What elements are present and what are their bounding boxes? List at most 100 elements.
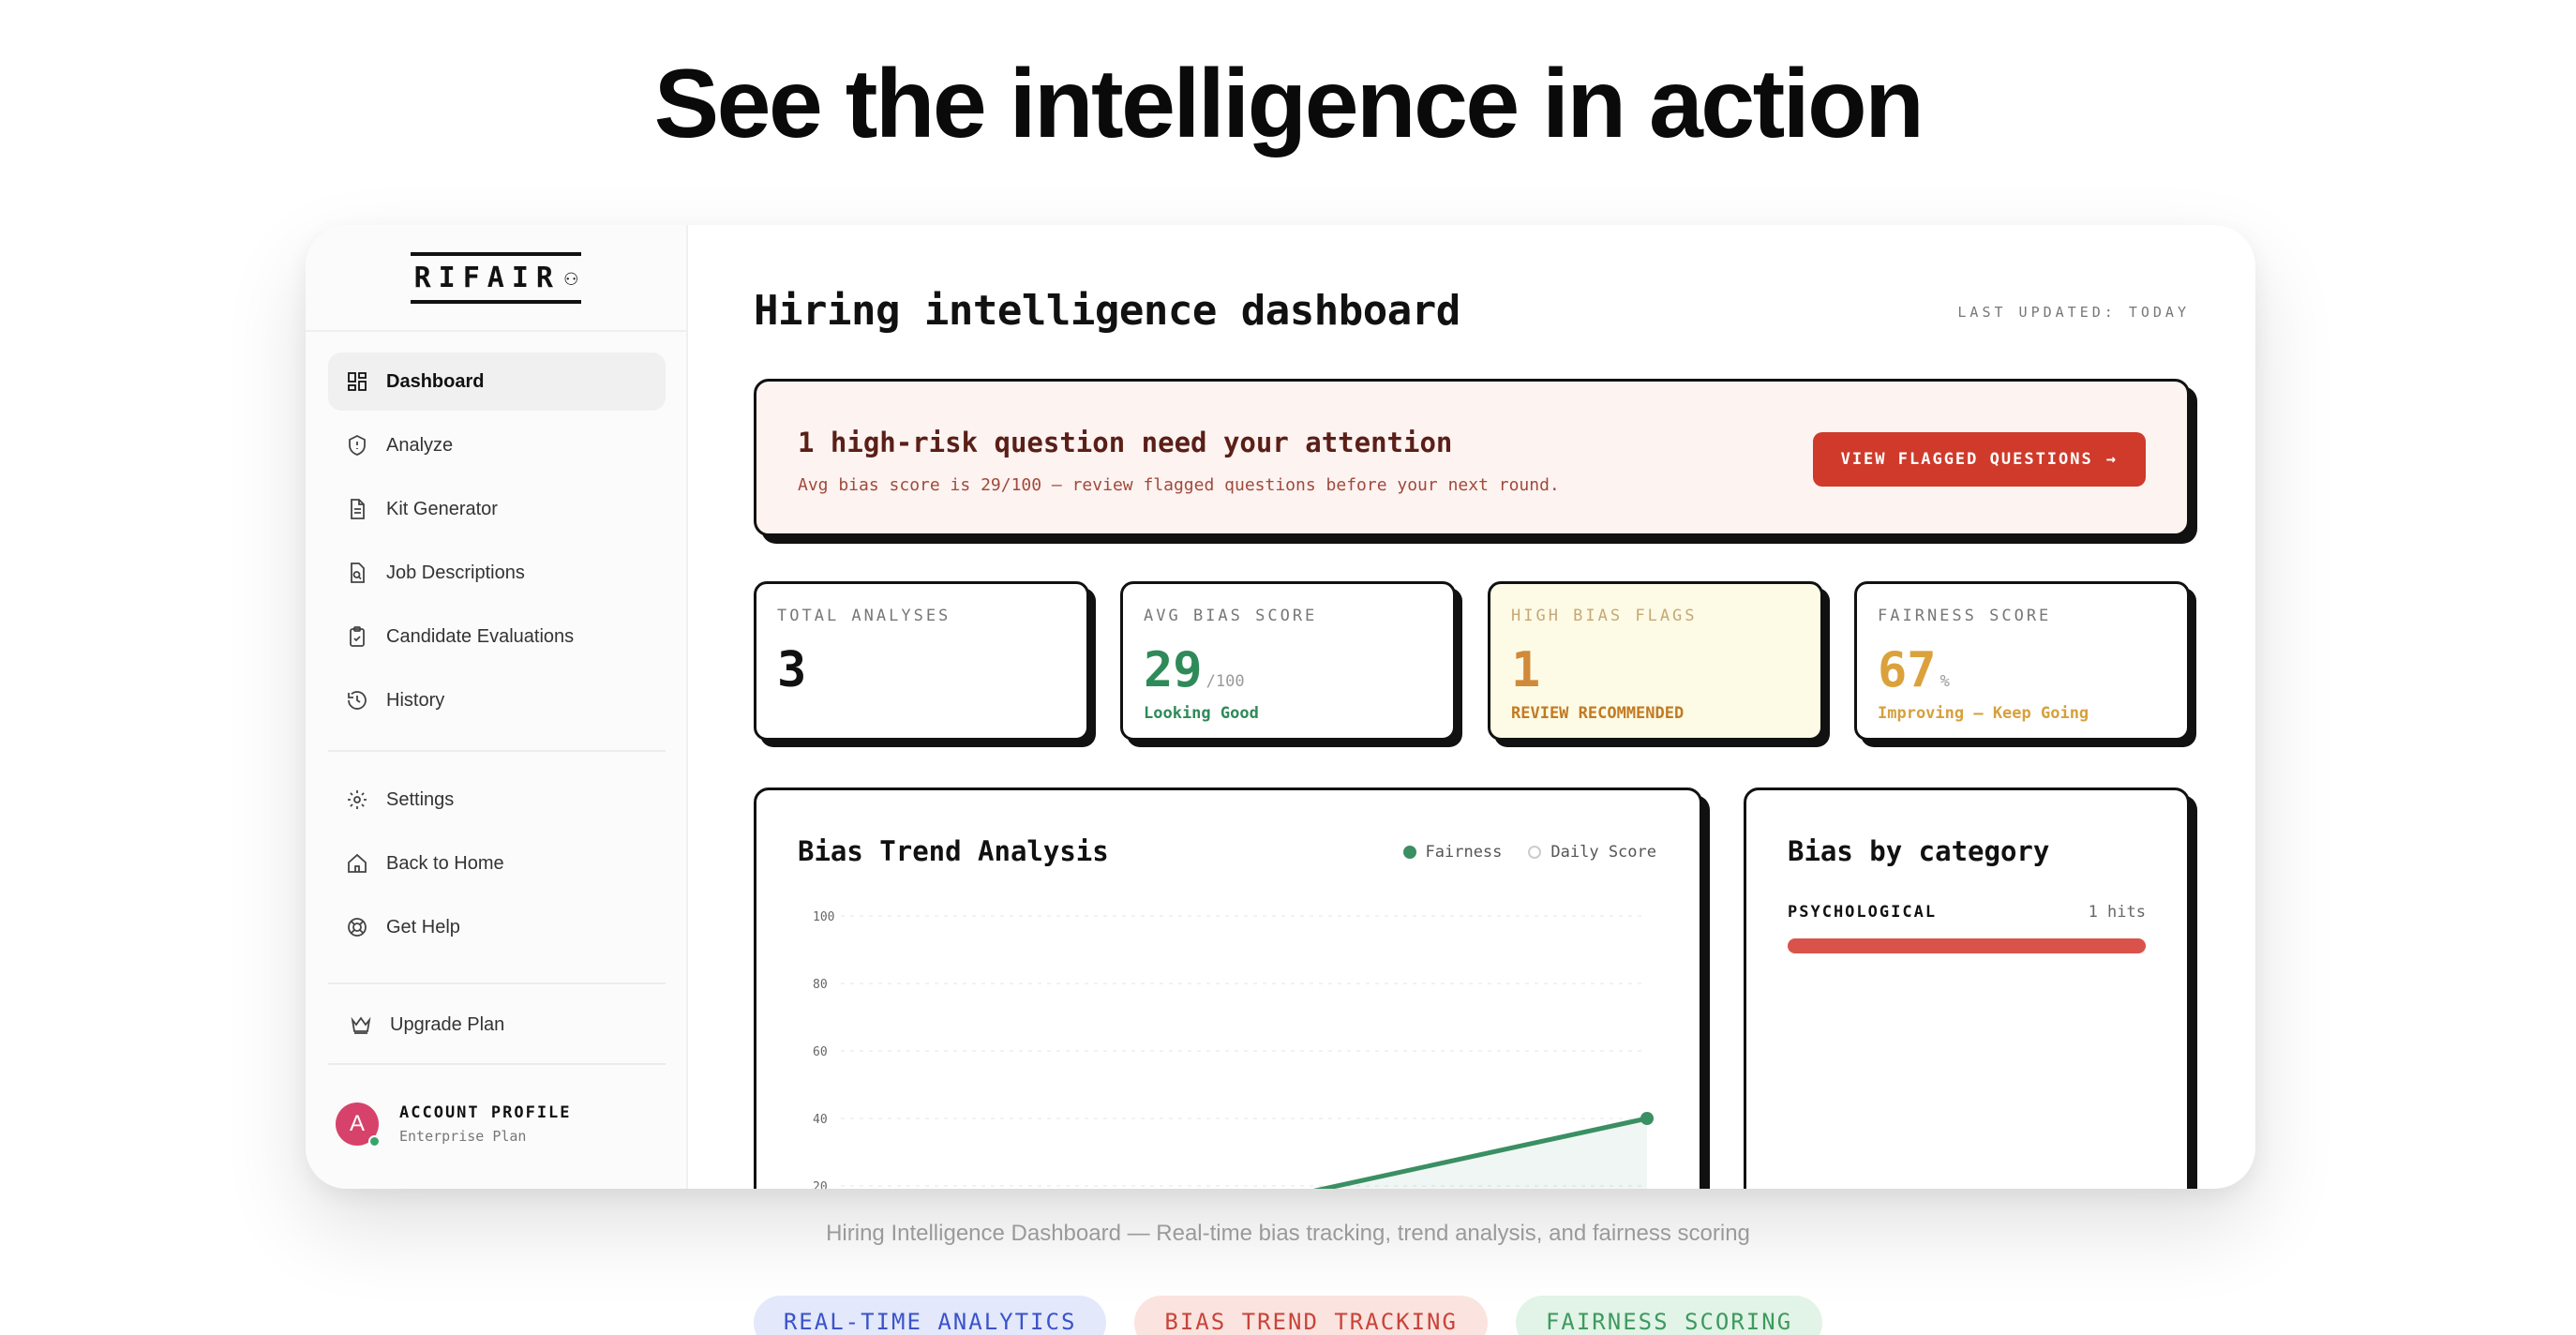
stat-card-high-bias-flags: HIGH BIAS FLAGS 1 REVIEW RECOMMENDED [1488,581,1823,741]
logo-figures-icon: ⚇ [563,264,578,291]
nav-label: Get Help [386,916,460,938]
nav-label: Dashboard [386,370,485,392]
nav-item-back-to-home[interactable]: Back to Home [328,834,666,892]
nav-item-get-help[interactable]: Get Help [328,898,666,956]
view-flagged-questions-button[interactable]: VIEW FLAGGED QUESTIONS → [1812,432,2146,487]
card-title: Bias by category [1788,835,2050,867]
stat-label: FAIRNESS SCORE [1878,607,2052,625]
logo-area: RIFAIR ⚇ [306,225,686,332]
alert-title: 1 high-risk question need your attention [798,427,1453,458]
hero-title: See the intelligence in action [653,50,1925,158]
gear-icon [345,788,369,812]
category-bar-fill [1788,938,2146,953]
stat-label: AVG BIAS SCORE [1144,607,1318,625]
arrow-right-icon: → [2105,450,2118,469]
stat-value: 29 /100 [1144,642,1245,698]
y-tick-label: 20 [813,1180,828,1189]
online-status-dot [368,1135,381,1148]
nav-label: Back to Home [386,852,504,874]
y-tick-label: 40 [813,1113,828,1127]
avatar-initial: A [349,1111,365,1136]
stat-note: Looking Good [1144,704,1259,723]
nav-label: Settings [386,788,455,810]
y-tick-label: 100 [813,910,834,924]
profile-plan: Enterprise Plan [399,1128,527,1145]
nav-divider [328,1063,666,1065]
stat-suffix: /100 [1206,672,1245,691]
nav-label: History [386,689,445,711]
search-document-icon [345,561,369,585]
profile-name: ACCOUNT PROFILE [399,1103,572,1122]
clipboard-icon [345,624,369,649]
sidebar: RIFAIR ⚇ Dashboard Analyze Kit Generator… [306,225,688,1189]
crown-icon [349,1012,373,1037]
primary-nav: Dashboard Analyze Kit Generator Job Desc… [328,352,666,735]
alert-subtitle: Avg bias score is 29/100 — review flagge… [798,475,1560,495]
shield-icon [345,433,369,458]
dashboard-grid-icon [345,369,369,394]
nav-divider [328,982,666,984]
stat-number: 3 [777,642,807,698]
stat-value: 3 [777,642,810,698]
stat-number: 1 [1511,642,1541,698]
stat-label: HIGH BIAS FLAGS [1511,607,1698,625]
stat-note: Improving — Keep Going [1878,704,2089,723]
lifebuoy-icon [345,915,369,939]
preview-caption: Hiring Intelligence Dashboard — Real-tim… [826,1221,1750,1246]
main-content: Hiring intelligence dashboard LAST UPDAT… [688,225,2255,1189]
category-hits: 1 hits [2088,903,2146,922]
home-icon [345,851,369,876]
pill-real-time-analytics: REAL-TIME ANALYTICS [753,1296,1107,1335]
trend-chart: 100 80 60 40 20 [813,910,1654,1189]
nav-item-analyze[interactable]: Analyze [328,416,666,474]
nav-label: Analyze [386,434,454,456]
secondary-nav: Settings Back to Home Get Help [328,771,666,962]
bias-trend-card: Bias Trend Analysis Fairness Daily Score… [754,788,1702,1189]
upgrade-nav: Upgrade Plan [328,996,666,1059]
last-updated-label: LAST UPDATED: TODAY [1957,304,2190,321]
nav-item-job-descriptions[interactable]: Job Descriptions [328,544,666,602]
pill-bias-trend-tracking: BIAS TREND TRACKING [1134,1296,1488,1335]
series-area [1324,1118,1647,1189]
y-tick-label: 60 [813,1045,828,1059]
upgrade-label: Upgrade Plan [390,1013,505,1035]
nav-label: Candidate Evaluations [386,625,575,647]
stat-card-avg-bias-score: AVG BIAS SCORE 29 /100 Looking Good [1120,581,1456,741]
stat-number: 67 [1878,642,1937,698]
nav-item-settings[interactable]: Settings [328,771,666,829]
document-icon [345,497,369,521]
category-bar [1788,938,2146,953]
stat-suffix: % [1939,672,1950,691]
nav-item-dashboard[interactable]: Dashboard [328,352,666,411]
high-risk-alert: 1 high-risk question need your attention… [754,379,2190,536]
stat-number: 29 [1144,642,1203,698]
button-label: VIEW FLAGGED QUESTIONS [1840,450,2093,469]
stat-card-fairness-score: FAIRNESS SCORE 67 % Improving — Keep Goi… [1854,581,2190,741]
pill-fairness-scoring: FAIRNESS SCORING [1515,1296,1823,1335]
upgrade-plan-button[interactable]: Upgrade Plan [328,996,666,1054]
page-title: Hiring intelligence dashboard [754,287,1460,335]
data-point [1640,1112,1654,1125]
logo[interactable]: RIFAIR ⚇ [410,251,582,304]
stats-row: TOTAL ANALYSES 3 AVG BIAS SCORE 29 /100 … [754,581,2190,741]
stat-note: REVIEW RECOMMENDED [1511,704,1685,723]
nav-item-history[interactable]: History [328,671,666,729]
logo-text: RIFAIR [413,261,561,294]
nav-item-candidate-evaluations[interactable]: Candidate Evaluations [328,608,666,666]
stat-value: 67 % [1878,642,1950,698]
stat-card-total-analyses: TOTAL ANALYSES 3 [754,581,1089,741]
avatar: A [336,1102,381,1148]
stat-label: TOTAL ANALYSES [777,607,951,625]
feature-pills: REAL-TIME ANALYTICS BIAS TREND TRACKING … [0,1296,2576,1335]
nav-divider [328,750,666,752]
account-profile[interactable]: A ACCOUNT PROFILE Enterprise Plan [336,1102,572,1148]
category-row: PSYCHOLOGICAL 1 hits [1788,903,2146,922]
nav-item-kit-generator[interactable]: Kit Generator [328,480,666,538]
stat-value: 1 [1511,642,1544,698]
category-name: PSYCHOLOGICAL [1788,903,1938,922]
nav-label: Job Descriptions [386,562,525,583]
history-icon [345,688,369,712]
nav-label: Kit Generator [386,498,498,519]
dashboard-preview-window: RIFAIR ⚇ Dashboard Analyze Kit Generator… [306,225,2255,1189]
bias-by-category-card: Bias by category PSYCHOLOGICAL 1 hits [1744,788,2190,1189]
